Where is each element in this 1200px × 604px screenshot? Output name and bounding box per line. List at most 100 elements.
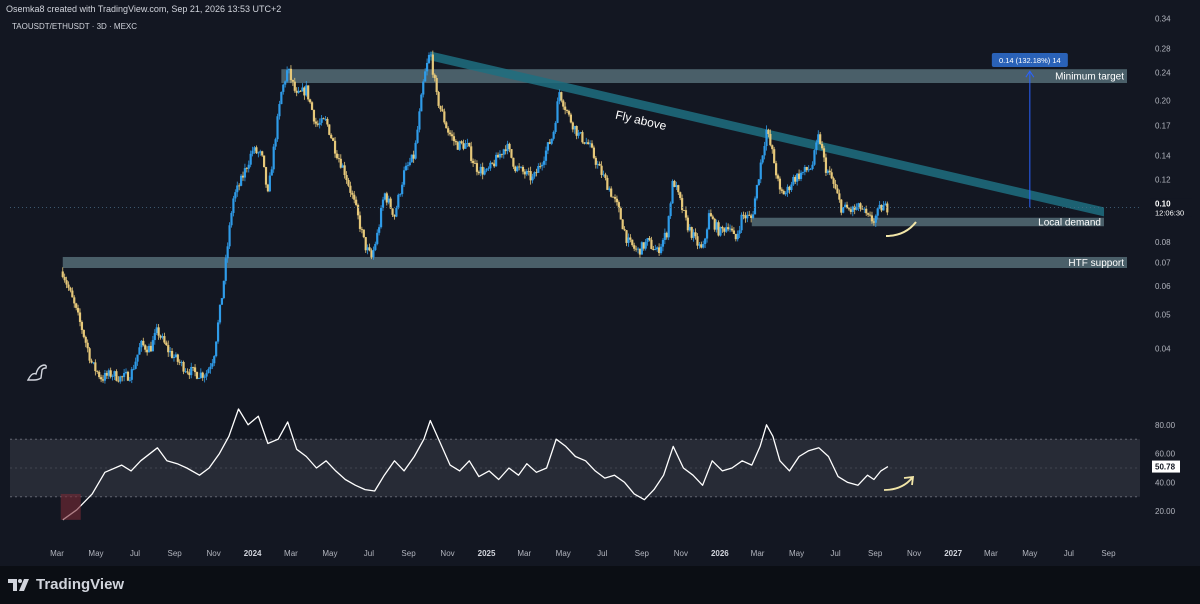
candle-body <box>88 348 91 361</box>
candle-body <box>537 166 540 173</box>
price-tick-label: 0.17 <box>1155 122 1171 131</box>
candle-body <box>433 74 436 79</box>
candle-body <box>80 321 84 330</box>
tradingview-brand[interactable]: TradingView <box>8 576 124 593</box>
candle-body <box>751 214 755 218</box>
candle-body <box>721 226 724 229</box>
candle-body <box>332 138 335 141</box>
candle-body <box>356 204 360 216</box>
candle-body <box>690 227 693 238</box>
candle-body <box>510 149 513 158</box>
candle-body <box>101 379 105 381</box>
candle-body <box>477 171 480 174</box>
candle-body <box>527 171 530 172</box>
candle-body <box>180 361 183 363</box>
candle-body <box>424 71 427 82</box>
candle-body <box>274 139 277 147</box>
candle-body <box>291 80 294 82</box>
candle-body <box>167 345 170 353</box>
candle-body <box>96 371 99 372</box>
candle-body <box>581 132 584 143</box>
time-tick-label: Sep <box>401 549 416 558</box>
candle-body <box>182 361 185 372</box>
time-tick-label: Mar <box>984 549 998 558</box>
candle-body <box>615 198 619 203</box>
zone-2 <box>62 256 1128 268</box>
candle-body <box>755 185 759 199</box>
candle-body <box>427 54 431 63</box>
candle-body <box>694 232 697 237</box>
candle-body <box>799 172 803 179</box>
candle-body <box>723 228 726 232</box>
candle-body <box>811 164 814 169</box>
candle-body <box>243 168 247 178</box>
candle-body <box>610 188 613 197</box>
candle-body <box>824 157 828 173</box>
candle-body <box>238 185 241 187</box>
candle-body <box>358 215 362 229</box>
candle-body <box>782 190 785 195</box>
candle-body <box>170 351 174 358</box>
candle-body <box>817 134 820 143</box>
candle-body <box>437 92 440 106</box>
candle-body <box>550 138 553 144</box>
candle-body <box>719 226 722 236</box>
candle-body <box>728 228 732 230</box>
candle-body <box>309 99 312 103</box>
candle-body <box>604 174 607 178</box>
candle-body <box>849 209 852 212</box>
candle-body <box>76 307 80 313</box>
candle-body <box>470 146 473 161</box>
candle-body <box>299 90 302 92</box>
candle-body <box>567 111 571 115</box>
candle-body <box>312 109 316 122</box>
candle-body <box>372 249 375 258</box>
candle-body <box>684 210 688 218</box>
candle-body <box>301 87 304 92</box>
candle-body <box>399 194 402 195</box>
candle-body <box>805 167 808 171</box>
candle-body <box>874 215 877 223</box>
candle-body <box>696 236 699 246</box>
price-tick-label: 0.05 <box>1155 310 1171 319</box>
candle-body <box>481 166 484 175</box>
candle-body <box>199 372 202 379</box>
candle-body <box>224 258 227 281</box>
time-tick-label: Mar <box>284 549 298 558</box>
time-tick-label: Sep <box>167 549 182 558</box>
candle-body <box>324 118 327 120</box>
candle-body <box>518 166 521 168</box>
candle-body <box>383 193 387 200</box>
candle-body <box>418 111 421 130</box>
candle-body <box>554 122 557 132</box>
candle-body <box>360 228 363 230</box>
candle-body <box>767 129 770 134</box>
candle-body <box>602 174 605 176</box>
candle-body <box>717 222 720 236</box>
candle-body <box>472 160 475 164</box>
candle-body <box>659 246 663 254</box>
candle-body <box>251 150 254 154</box>
candle-body <box>638 248 642 255</box>
candle-body <box>765 129 768 147</box>
candle-body <box>646 238 649 242</box>
candle-body <box>565 110 569 112</box>
time-tick-label: Jul <box>130 549 140 558</box>
candle-body <box>370 250 373 258</box>
candle-body <box>734 234 737 240</box>
candle-body <box>146 349 149 353</box>
candle-body <box>644 241 647 249</box>
price-tick-label: 0.07 <box>1155 258 1171 267</box>
candle-body <box>414 142 417 159</box>
chart-canvas[interactable]: Minimum targetLocal demandHTF supportFly… <box>0 0 1200 566</box>
candle-body <box>842 206 845 213</box>
candle-body <box>75 303 78 308</box>
candle-body <box>836 188 839 194</box>
candle-body <box>276 116 279 140</box>
candle-body <box>596 163 599 165</box>
candle-body <box>642 242 645 249</box>
candle-body <box>381 199 385 208</box>
candle-body <box>671 180 674 204</box>
candle-body <box>314 121 317 124</box>
candle-body <box>393 214 396 217</box>
